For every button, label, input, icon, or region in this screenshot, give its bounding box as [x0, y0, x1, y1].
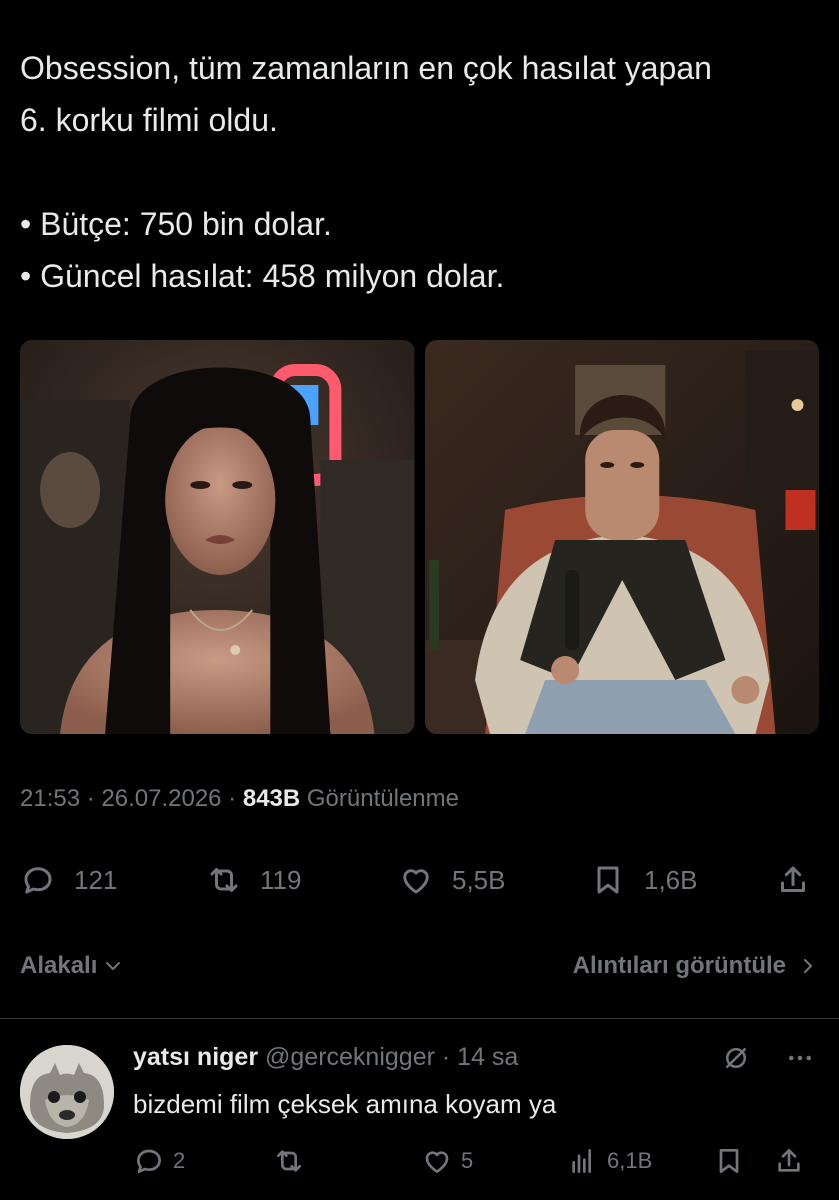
relevance-sort-dropdown[interactable]: Alakalı — [20, 952, 125, 980]
media-gallery — [20, 340, 819, 734]
tweet-date[interactable]: 26.07.2026 — [101, 785, 221, 812]
tweet-line-2: 6. korku filmi oldu. — [20, 102, 278, 138]
relevance-sort-label: Alakalı — [20, 952, 98, 979]
reply-reply-button[interactable]: 2 — [133, 1141, 185, 1181]
media-image-right[interactable] — [424, 340, 819, 734]
reply-like-button[interactable]: 5 — [421, 1141, 473, 1181]
tweet-text: Obsession, tüm zamanların en çok hasılat… — [20, 42, 820, 302]
share-upload-icon — [781, 866, 805, 892]
meta-separator: · — [80, 785, 102, 812]
reply-bookmark-button[interactable] — [713, 1141, 753, 1181]
tweet-meta: 21:53 · 26.07.2026 · 843B Görüntülenme — [20, 785, 459, 813]
woman-portrait-image — [20, 340, 415, 734]
reply-count: 121 — [74, 864, 118, 895]
speech-bubble-icon — [137, 1149, 161, 1173]
reply-header: yatsı niger @gerceknigger · 14 sa — [133, 1043, 518, 1072]
reply-view-count: 6,1B — [607, 1148, 653, 1173]
replies-sort-row: Alakalı Alıntıları görüntüle — [20, 946, 820, 986]
avatar-image — [20, 1045, 114, 1139]
avatar[interactable] — [20, 1045, 114, 1139]
reply-action-bar: 2 5 6,1B — [133, 1141, 813, 1181]
heart-icon — [425, 1151, 449, 1173]
chevron-down-icon — [106, 962, 121, 970]
bookmark-count: 1,6B — [644, 864, 698, 895]
like-count: 5,5B — [452, 864, 506, 895]
man-seated-image — [424, 340, 819, 734]
view-quotes-label: Alıntıları görüntüle — [572, 952, 786, 979]
reply-author-name[interactable]: yatsı niger — [133, 1043, 258, 1071]
view-count: 843B — [242, 785, 301, 812]
view-quotes-link[interactable]: Alıntıları görüntüle — [573, 952, 820, 980]
tweet-bullet-revenue: • Güncel hasılat: 458 milyon dolar. — [20, 258, 505, 294]
reply-tweet[interactable]: yatsı niger @gerceknigger · 14 sa bizdem… — [0, 1019, 839, 1200]
media-image-left[interactable] — [20, 340, 415, 734]
repost-count: 119 — [260, 864, 302, 895]
tweet-action-bar: 121 119 5,5B 1,6B — [20, 856, 820, 904]
repost-button[interactable]: 119 — [206, 856, 301, 904]
speech-bubble-icon — [24, 867, 52, 894]
reply-button[interactable]: 121 — [20, 856, 117, 904]
repost-arrows-icon — [277, 1150, 301, 1172]
bookmark-button[interactable]: 1,6B — [590, 856, 698, 904]
slashed-circle-icon[interactable] — [721, 1043, 751, 1073]
reply-like-count: 5 — [461, 1148, 474, 1173]
tweet-line-1: Obsession, tüm zamanların en çok hasılat… — [20, 50, 712, 86]
chevron-right-icon — [804, 959, 812, 973]
reply-author-handle[interactable]: @gerceknigger — [258, 1043, 435, 1071]
reply-repost-button[interactable] — [273, 1141, 313, 1181]
like-button[interactable]: 5,5B — [398, 856, 506, 904]
meta-separator: · — [221, 785, 243, 812]
reply-share-button[interactable] — [773, 1141, 805, 1181]
more-dots-icon[interactable] — [785, 1043, 815, 1073]
reply-text: bizdemi film çeksek amına koyam ya — [133, 1089, 557, 1119]
bar-chart-icon — [572, 1149, 591, 1173]
heart-icon — [403, 869, 429, 894]
views-label: Görüntülenme — [300, 785, 459, 812]
reply-timestamp[interactable]: · 14 sa — [435, 1043, 518, 1071]
bookmark-icon — [719, 1149, 739, 1173]
bookmark-icon — [597, 866, 619, 894]
share-button[interactable] — [775, 856, 811, 904]
reply-reply-count: 2 — [173, 1148, 186, 1173]
tweet-time[interactable]: 21:53 — [20, 785, 80, 812]
repost-arrows-icon — [210, 868, 238, 892]
reply-top-icons — [721, 1043, 815, 1073]
reply-views-button[interactable]: 6,1B — [567, 1141, 652, 1181]
share-upload-icon — [778, 1149, 800, 1172]
tweet-bullet-budget: • Bütçe: 750 bin dolar. — [20, 206, 332, 242]
